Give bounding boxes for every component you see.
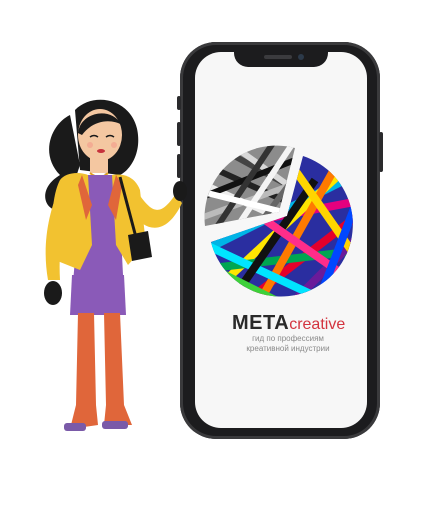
woman-illustration (44, 99, 187, 431)
phone-camera (298, 54, 304, 60)
brand-name-light: creative (289, 316, 346, 333)
tagline-line-1: гид по профессиям (252, 334, 324, 343)
phone-speaker (264, 55, 292, 59)
brand-tagline: гид по профессиям креативной индустрии (228, 334, 348, 354)
illustration-scene: METAcreative гид по профессиям креативно… (0, 0, 442, 507)
brand-logo-text: METAcreative (232, 312, 362, 334)
phone-power-button (379, 132, 383, 172)
brand-name-bold: META (232, 312, 290, 334)
tagline-line-2: креативной индустрии (246, 344, 330, 353)
pie-logo-icon (204, 145, 353, 297)
